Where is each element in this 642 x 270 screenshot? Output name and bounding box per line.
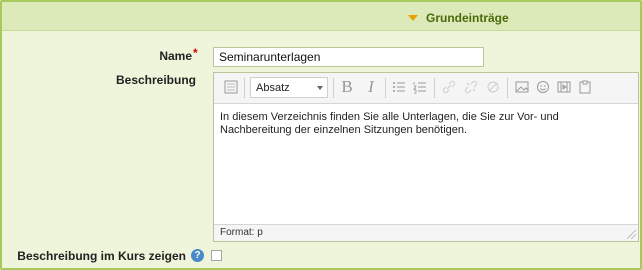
link-icon[interactable]: [440, 78, 458, 96]
toolbar-separator: [333, 78, 334, 98]
show-in-course-label: Beschreibung im Kurs zeigen: [17, 249, 186, 263]
name-input[interactable]: [213, 47, 484, 67]
toolbar-separator: [434, 78, 435, 98]
numbered-list-icon[interactable]: [411, 78, 429, 96]
paste-icon[interactable]: [576, 78, 594, 96]
chevron-down-icon: [317, 86, 323, 90]
editor-content[interactable]: In diesem Verzeichnis finden Sie alle Un…: [220, 111, 630, 137]
image-icon[interactable]: [513, 78, 531, 96]
editor-statusbar: Format: p: [214, 224, 638, 241]
collapse-arrow-icon[interactable]: [408, 15, 418, 21]
element-path: Format: p: [220, 227, 263, 238]
toolbar-separator: [244, 78, 245, 98]
unlink-icon[interactable]: [462, 78, 480, 96]
bold-icon[interactable]: B: [338, 77, 356, 96]
section-header: Grundeinträge: [2, 2, 640, 31]
paragraph-format-select[interactable]: Absatz: [250, 77, 328, 98]
bullet-list-icon[interactable]: [390, 78, 408, 96]
italic-icon[interactable]: I: [362, 77, 380, 96]
toggle-toolbar-icon[interactable]: [222, 78, 240, 96]
section-title[interactable]: Grundeinträge: [426, 11, 509, 25]
editor-toolbar: Absatz B I: [214, 73, 638, 104]
format-select-value: Absatz: [256, 82, 290, 94]
toolbar-separator: [507, 78, 508, 98]
description-label: Beschreibung: [115, 73, 196, 87]
emoticon-icon[interactable]: [534, 78, 552, 96]
description-editor[interactable]: Absatz B I In diesem Verzeichnis finden …: [213, 72, 639, 242]
help-icon[interactable]: ?: [191, 249, 204, 262]
resize-handle-icon[interactable]: [627, 230, 636, 239]
show-in-course-checkbox[interactable]: [211, 250, 222, 261]
name-label-text: Name: [159, 49, 192, 63]
nolink-icon[interactable]: [484, 78, 502, 96]
name-label: Name *: [102, 46, 197, 63]
section-toggle[interactable]: Grundeinträge: [408, 11, 509, 25]
required-marker: *: [193, 46, 198, 60]
toolbar-separator: [385, 78, 386, 98]
media-icon[interactable]: [555, 78, 573, 96]
form-fieldset: Grundeinträge Name * Beschreibung Absatz…: [0, 0, 642, 270]
